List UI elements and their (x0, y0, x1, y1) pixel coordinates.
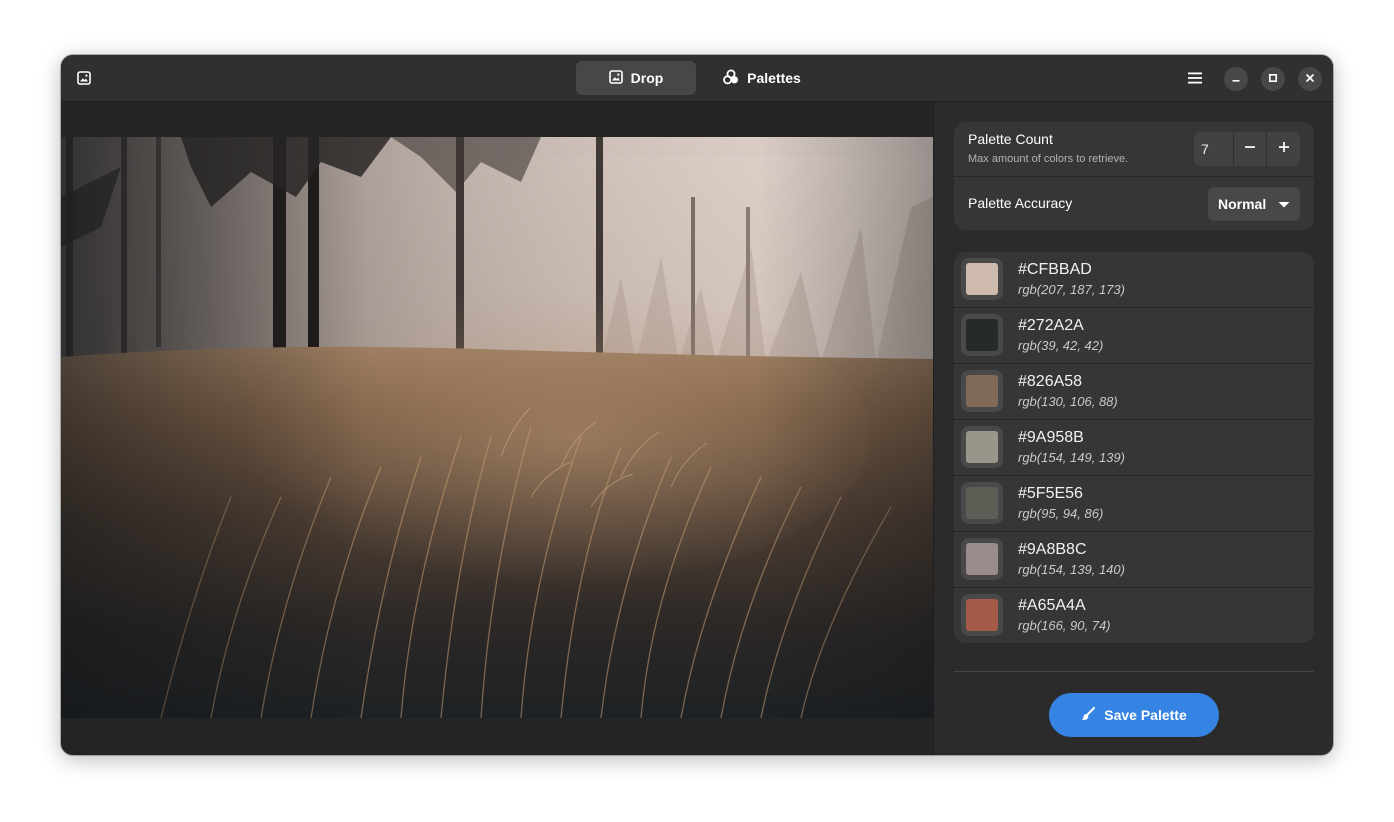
color-swatch (966, 319, 998, 351)
color-rgb-label: rgb(39, 42, 42) (1018, 338, 1104, 353)
color-rgb-label: rgb(95, 94, 86) (1018, 506, 1104, 521)
decrement-button[interactable] (1234, 132, 1268, 166)
palette-accuracy-dropdown[interactable]: Normal (1208, 187, 1300, 221)
color-rgb-label: rgb(130, 106, 88) (1018, 394, 1118, 409)
image-icon (608, 69, 623, 87)
palette-color-row[interactable]: #CFBBAD rgb(207, 187, 173) (954, 252, 1314, 308)
color-swatch-button[interactable] (961, 482, 1003, 524)
color-swatch (966, 263, 998, 295)
color-swatch-button[interactable] (961, 594, 1003, 636)
image-icon[interactable] (73, 67, 95, 89)
save-palette-button[interactable]: Save Palette (1049, 693, 1219, 737)
color-swatch-button[interactable] (961, 370, 1003, 412)
minimize-icon (1231, 70, 1241, 88)
palette-color-row[interactable]: #9A8B8C rgb(154, 139, 140) (954, 532, 1314, 588)
palette-accuracy-row: Palette Accuracy Normal (954, 177, 1314, 230)
color-swatch (966, 375, 998, 407)
color-rgb-label: rgb(154, 139, 140) (1018, 562, 1125, 577)
minus-icon (1244, 140, 1256, 158)
color-hex-label: #272A2A (1018, 317, 1084, 334)
palette-accuracy-value: Normal (1218, 196, 1267, 212)
header-bar: Drop Palettes (61, 55, 1333, 102)
palette-settings-card: Palette Count Max amount of colors to re… (954, 122, 1314, 230)
divider (954, 671, 1314, 672)
palette-count-row: Palette Count Max amount of colors to re… (954, 122, 1314, 177)
color-rgb-label: rgb(166, 90, 74) (1018, 618, 1111, 633)
chevron-down-icon (1278, 196, 1290, 212)
save-palette-label: Save Palette (1104, 707, 1187, 723)
close-icon (1305, 70, 1315, 88)
color-swatch (966, 487, 998, 519)
color-hex-label: #826A58 (1018, 373, 1083, 390)
color-swatch (966, 431, 998, 463)
palette-color-row[interactable]: #272A2A rgb(39, 42, 42) (954, 308, 1314, 364)
color-hex-label: #9A8B8C (1018, 541, 1087, 558)
palette-color-row[interactable]: #826A58 rgb(130, 106, 88) (954, 364, 1314, 420)
palette-color-row[interactable]: #9A958B rgb(154, 149, 139) (954, 420, 1314, 476)
close-button[interactable] (1298, 67, 1322, 91)
color-swatch-button[interactable] (961, 314, 1003, 356)
minimize-button[interactable] (1224, 67, 1248, 91)
maximize-button[interactable] (1261, 67, 1285, 91)
color-rgb-label: rgb(154, 149, 139) (1018, 450, 1125, 465)
color-swatch (966, 543, 998, 575)
tab-drop[interactable]: Drop (576, 61, 696, 95)
palettes-icon (723, 69, 739, 88)
color-swatch (966, 599, 998, 631)
palette-count-subtitle: Max amount of colors to retrieve. (968, 153, 1129, 165)
tab-palettes[interactable]: Palettes (702, 61, 822, 95)
dropped-image (61, 137, 933, 718)
palette-count-spinner: 7 (1194, 132, 1300, 166)
color-hex-label: #9A958B (1018, 429, 1084, 446)
color-rgb-label: rgb(207, 187, 173) (1018, 282, 1125, 297)
increment-button[interactable] (1267, 132, 1300, 166)
color-swatch-button[interactable] (961, 538, 1003, 580)
tab-palettes-label: Palettes (747, 70, 801, 86)
color-hex-label: #CFBBAD (1018, 261, 1092, 278)
color-hex-label: #A65A4A (1018, 597, 1086, 614)
palette-count-title: Palette Count (968, 131, 1053, 147)
plus-icon (1278, 140, 1290, 158)
palette-accuracy-title: Palette Accuracy (968, 195, 1073, 211)
app-window: Drop Palettes Palette Count Max amount o… (61, 55, 1333, 755)
palette-count-input[interactable]: 7 (1194, 132, 1234, 166)
palette-color-row[interactable]: #A65A4A rgb(166, 90, 74) (954, 588, 1314, 643)
hamburger-menu-icon[interactable] (1183, 66, 1207, 90)
color-hex-label: #5F5E56 (1018, 485, 1083, 502)
color-swatch-button[interactable] (961, 426, 1003, 468)
tab-drop-label: Drop (630, 70, 664, 86)
palette-sidebar: Palette Count Max amount of colors to re… (933, 102, 1333, 755)
paint-brush-icon (1081, 706, 1096, 724)
palette-color-list: #CFBBAD rgb(207, 187, 173) #272A2A rgb(39, … (954, 252, 1314, 643)
view-switcher: Drop Palettes (576, 61, 822, 95)
palette-color-row[interactable]: #5F5E56 rgb(95, 94, 86) (954, 476, 1314, 532)
color-swatch-button[interactable] (961, 258, 1003, 300)
image-drop-area[interactable] (61, 102, 933, 755)
maximize-icon (1268, 70, 1278, 88)
